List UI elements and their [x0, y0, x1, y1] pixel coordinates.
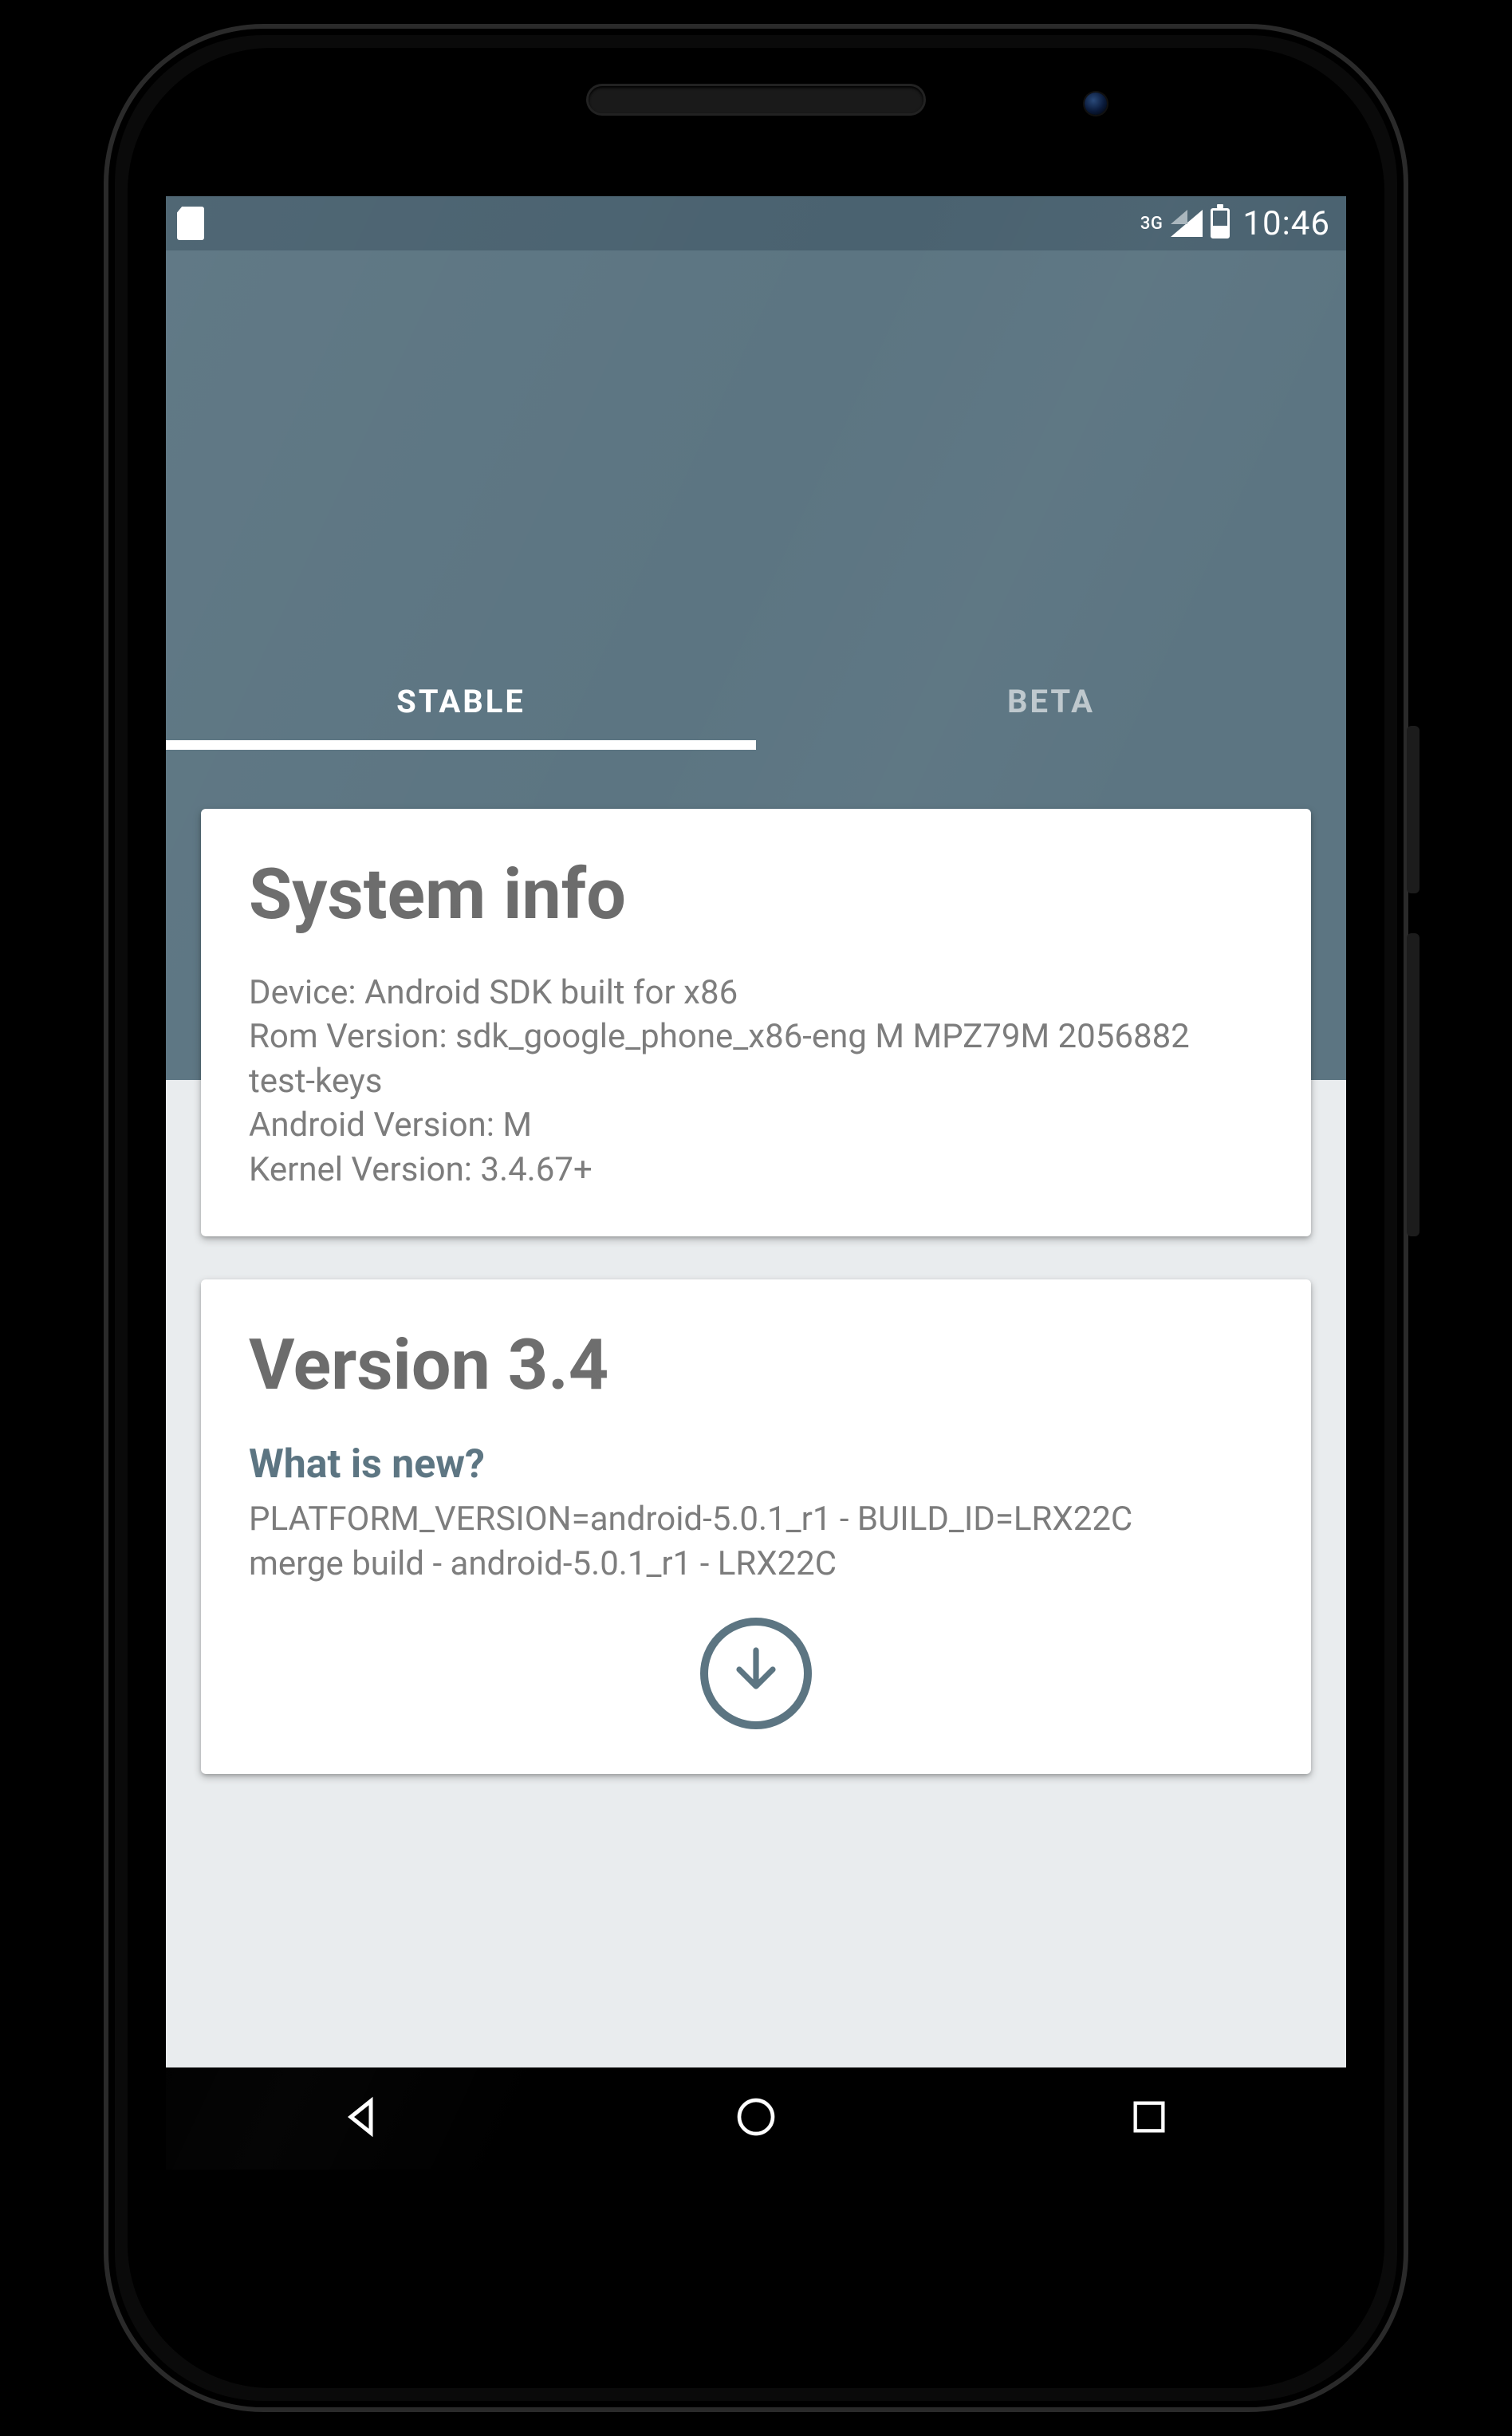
card-version: Version 3.4 What is new? PLATFORM_VERSIO… — [201, 1279, 1311, 1774]
signal-icon — [1171, 210, 1203, 237]
battery-icon — [1211, 208, 1230, 238]
phone-frame: 3G 10:46 STABLE BETA — [104, 24, 1408, 2412]
card-list: System info Device: Android SDK built fo… — [201, 809, 1311, 1817]
card-body: PLATFORM_VERSION=android-5.0.1_r1 - BUIL… — [249, 1497, 1263, 1586]
card-title: Version 3.4 — [249, 1324, 1263, 1406]
card-subtitle: What is new? — [249, 1441, 1263, 1488]
clock-label: 10:46 — [1242, 204, 1330, 243]
volume-rocker[interactable] — [1407, 933, 1419, 1236]
nav-back-button[interactable] — [283, 2079, 443, 2158]
content-viewport: STABLE BETA System info Device: Android … — [166, 250, 1346, 2067]
earpiece — [589, 86, 923, 113]
home-icon — [734, 2095, 778, 2142]
nav-recents-button[interactable] — [1069, 2079, 1229, 2158]
download-icon — [727, 1643, 785, 1704]
recents-icon — [1128, 2096, 1170, 2141]
tab-label: BETA — [1007, 683, 1095, 720]
download-row — [249, 1618, 1263, 1729]
navigation-bar — [166, 2067, 1346, 2170]
sdcard-icon — [177, 207, 204, 240]
status-bar: 3G 10:46 — [166, 196, 1346, 250]
nav-home-button[interactable] — [676, 2079, 836, 2158]
front-camera — [1085, 93, 1107, 115]
download-button[interactable] — [700, 1618, 812, 1729]
card-body: Device: Android SDK built for x86 Rom Ve… — [249, 971, 1263, 1192]
tab-beta[interactable]: BETA — [756, 657, 1346, 745]
power-button[interactable] — [1407, 726, 1419, 893]
tab-stable[interactable]: STABLE — [166, 657, 756, 745]
tab-label: STABLE — [396, 683, 526, 720]
back-icon — [339, 2093, 387, 2144]
network-type-label: 3G — [1140, 214, 1164, 234]
tab-bar: STABLE BETA — [166, 657, 1346, 745]
card-title: System info — [249, 853, 1263, 936]
stage: 3G 10:46 STABLE BETA — [0, 0, 1512, 2436]
card-system-info: System info Device: Android SDK built fo… — [201, 809, 1311, 1236]
screen: 3G 10:46 STABLE BETA — [166, 196, 1346, 2170]
